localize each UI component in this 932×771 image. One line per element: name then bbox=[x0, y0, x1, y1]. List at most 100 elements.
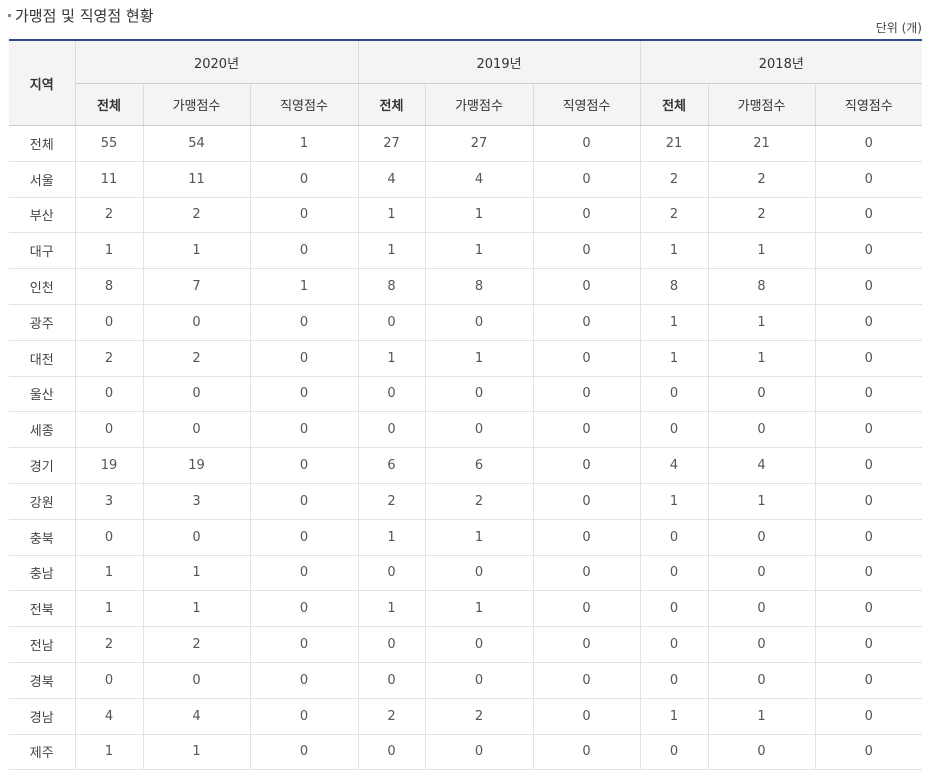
table-row: 충북 0 0 0 1 1 0 0 0 0 bbox=[9, 519, 923, 556]
value-cell: 0 bbox=[814, 197, 923, 234]
value-cell: 0 bbox=[74, 411, 143, 449]
value-cell: 0 bbox=[639, 411, 709, 449]
table-row: 경기 19 19 0 6 6 0 4 4 0 bbox=[9, 447, 923, 484]
region-cell: 서울 bbox=[9, 161, 75, 198]
value-cell: 3 bbox=[74, 483, 143, 520]
value-cell: 1 bbox=[424, 519, 534, 556]
value-cell: 1 bbox=[639, 232, 709, 270]
value-cell: 0 bbox=[532, 268, 641, 305]
value-cell: 0 bbox=[424, 376, 534, 413]
value-cell: 0 bbox=[142, 376, 250, 413]
value-cell: 0 bbox=[532, 626, 641, 663]
value-cell: 0 bbox=[142, 519, 250, 556]
value-cell: 1 bbox=[74, 555, 143, 592]
value-cell: 0 bbox=[814, 447, 923, 484]
table-body: 전체 55 54 1 27 27 0 21 21 0 서울 11 11 0 4 4 0 2 2 0 부산 2 2 0 1 1 0 2 2… bbox=[9, 125, 923, 771]
value-cell: 1 bbox=[424, 340, 534, 377]
value-cell: 0 bbox=[814, 411, 923, 449]
region-cell: 울산 bbox=[9, 376, 75, 413]
value-cell: 1 bbox=[707, 698, 816, 735]
value-cell: 2 bbox=[424, 698, 534, 735]
value-cell: 0 bbox=[532, 197, 641, 234]
table-row: 전북 1 1 0 1 1 0 0 0 0 bbox=[9, 590, 923, 628]
value-cell: 2 bbox=[142, 626, 250, 663]
table-row: 세종 0 0 0 0 0 0 0 0 0 bbox=[9, 411, 923, 449]
region-cell: 대구 bbox=[9, 232, 75, 270]
value-cell: 1 bbox=[639, 698, 709, 735]
value-cell: 1 bbox=[74, 590, 143, 628]
value-cell: 3 bbox=[142, 483, 250, 520]
value-cell: 1 bbox=[357, 340, 426, 377]
sub-header-row: 전체 가맹점수 직영점수 전체 가맹점수 직영점수 전체 가맹점수 직영점수 bbox=[9, 83, 923, 126]
value-cell: 0 bbox=[639, 626, 709, 663]
value-cell: 0 bbox=[639, 734, 709, 771]
table-row: 전남 2 2 0 0 0 0 0 0 0 bbox=[9, 626, 923, 663]
value-cell: 2 bbox=[357, 483, 426, 520]
value-cell: 0 bbox=[532, 447, 641, 484]
region-cell: 전북 bbox=[9, 590, 75, 628]
value-cell: 11 bbox=[74, 161, 143, 198]
sub-header-franchise: 가맹점수 bbox=[142, 83, 250, 126]
value-cell: 0 bbox=[532, 411, 641, 449]
value-cell: 1 bbox=[74, 232, 143, 270]
table-row: 제주 1 1 0 0 0 0 0 0 0 bbox=[9, 734, 923, 771]
region-cell: 부산 bbox=[9, 197, 75, 234]
value-cell: 2 bbox=[142, 197, 250, 234]
table-row: 부산 2 2 0 1 1 0 2 2 0 bbox=[9, 197, 923, 234]
value-cell: 1 bbox=[357, 197, 426, 234]
value-cell: 0 bbox=[532, 232, 641, 270]
year-header-row: 지역 2020년 2019년 2018년 bbox=[9, 40, 923, 126]
value-cell: 2 bbox=[142, 340, 250, 377]
value-cell: 0 bbox=[249, 161, 359, 198]
table-row: 경남 4 4 0 2 2 0 1 1 0 bbox=[9, 698, 923, 735]
region-cell: 경남 bbox=[9, 698, 75, 735]
region-cell: 광주 bbox=[9, 304, 75, 341]
value-cell: 0 bbox=[814, 125, 923, 162]
table-row: 경북 0 0 0 0 0 0 0 0 0 bbox=[9, 662, 923, 699]
value-cell: 1 bbox=[249, 125, 359, 162]
value-cell: 0 bbox=[814, 698, 923, 735]
value-cell: 6 bbox=[357, 447, 426, 484]
value-cell: 8 bbox=[74, 268, 143, 305]
sub-header-direct: 직영점수 bbox=[249, 83, 359, 126]
region-cell: 충북 bbox=[9, 519, 75, 556]
region-cell: 충남 bbox=[9, 555, 75, 592]
value-cell: 1 bbox=[249, 268, 359, 305]
table-row: 전체 55 54 1 27 27 0 21 21 0 bbox=[9, 125, 923, 162]
value-cell: 2 bbox=[74, 340, 143, 377]
value-cell: 0 bbox=[814, 232, 923, 270]
value-cell: 11 bbox=[142, 161, 250, 198]
value-cell: 0 bbox=[532, 125, 641, 162]
value-cell: 0 bbox=[814, 161, 923, 198]
value-cell: 2 bbox=[639, 161, 709, 198]
value-cell: 0 bbox=[357, 662, 426, 699]
value-cell: 0 bbox=[249, 590, 359, 628]
value-cell: 2 bbox=[357, 698, 426, 735]
value-cell: 27 bbox=[424, 125, 534, 162]
table-header: 지역 2020년 2019년 2018년 전체 가맹점수 직영점수 전체 가맹점… bbox=[9, 40, 923, 126]
value-cell: 0 bbox=[532, 662, 641, 699]
value-cell: 1 bbox=[639, 340, 709, 377]
value-cell: 0 bbox=[249, 483, 359, 520]
value-cell: 1 bbox=[357, 590, 426, 628]
value-cell: 21 bbox=[639, 125, 709, 162]
value-cell: 0 bbox=[357, 734, 426, 771]
value-cell: 0 bbox=[424, 304, 534, 341]
value-cell: 0 bbox=[814, 626, 923, 663]
value-cell: 0 bbox=[532, 483, 641, 520]
bullet-icon bbox=[8, 14, 11, 17]
value-cell: 0 bbox=[357, 411, 426, 449]
value-cell: 0 bbox=[249, 447, 359, 484]
sub-header-total: 전체 bbox=[74, 83, 143, 126]
value-cell: 0 bbox=[814, 340, 923, 377]
value-cell: 0 bbox=[639, 590, 709, 628]
sub-header-total: 전체 bbox=[639, 83, 709, 126]
section-header: 가맹점 및 직영점 현황 단위 (개) bbox=[0, 0, 932, 40]
value-cell: 0 bbox=[532, 340, 641, 377]
value-cell: 0 bbox=[814, 304, 923, 341]
sub-header-franchise: 가맹점수 bbox=[424, 83, 534, 126]
value-cell: 0 bbox=[814, 555, 923, 592]
value-cell: 1 bbox=[142, 555, 250, 592]
value-cell: 0 bbox=[639, 662, 709, 699]
value-cell: 1 bbox=[357, 232, 426, 270]
